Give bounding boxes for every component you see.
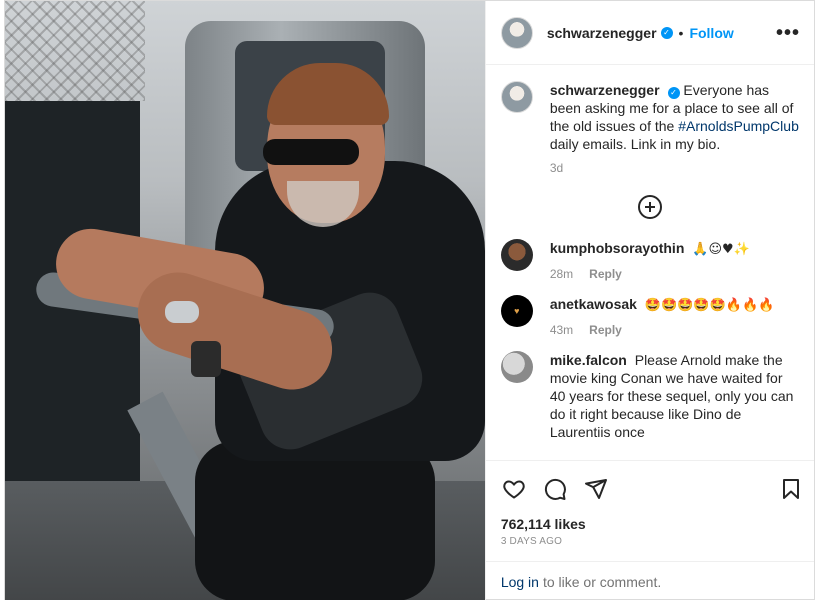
comment-body: anetkawosak 🤩🤩🤩🤩🤩🔥🔥🔥 43m Reply — [550, 295, 799, 339]
verified-badge-icon: ✓ — [667, 87, 680, 99]
reply-button[interactable]: Reply — [589, 321, 622, 339]
plus-circle-icon[interactable] — [637, 195, 662, 219]
login-prompt: Log in to like or comment. — [485, 561, 814, 600]
load-more-comments — [501, 195, 799, 219]
comment-body: mike.falcon Please Arnold make the movie… — [550, 351, 799, 441]
reply-button[interactable]: Reply — [589, 265, 622, 283]
follow-button[interactable]: Follow — [689, 25, 733, 41]
caption: schwarzenegger ✓ Everyone has been asking… — [500, 81, 799, 177]
comment-time[interactable]: 28m — [550, 265, 573, 283]
author-username[interactable]: schwarzenegger — [547, 25, 657, 41]
comment-item: ♥ anetkawosak 🤩🤩🤩🤩🤩🔥🔥🔥 43m Reply — [500, 295, 799, 339]
comment-avatar[interactable] — [500, 351, 533, 383]
caption-text-end: daily emails. Link in my bio. — [549, 136, 721, 152]
comment-meta: 28m Reply — [550, 265, 799, 283]
comment-text: 🤩🤩🤩🤩🤩🔥🔥🔥 — [644, 298, 775, 313]
bookmark-icon[interactable] — [778, 476, 804, 502]
post-date[interactable]: 3 DAYS AGO — [486, 532, 814, 561]
caption-username[interactable]: schwarzenegger — [550, 82, 660, 98]
photo-sunglasses — [263, 139, 359, 165]
comments-list[interactable]: schwarzenegger ✓ Everyone has been asking… — [486, 65, 814, 460]
verified-badge-icon: ✓ — [660, 26, 673, 39]
caption-time[interactable]: 3d — [550, 159, 563, 177]
caption-meta: 3d — [550, 159, 799, 177]
post-sidebar: schwarzenegger ✓ • Follow ••• schwarzene… — [484, 1, 814, 600]
action-bar — [485, 460, 814, 516]
photo-legs — [195, 441, 435, 600]
comment-time[interactable]: 43m — [550, 321, 573, 339]
post-header: schwarzenegger ✓ • Follow ••• — [485, 1, 814, 65]
comment-item: mike.falcon Please Arnold make the movie… — [500, 351, 799, 441]
author-avatar[interactable] — [500, 16, 533, 49]
photo-handle — [165, 301, 199, 323]
caption-body: schwarzenegger ✓ Everyone has been asking… — [550, 81, 799, 177]
comment-meta: 43m Reply — [550, 321, 799, 339]
login-link[interactable]: Log in — [501, 574, 539, 590]
comment-username[interactable]: anetkawosak — [550, 296, 637, 312]
comment-text: 🙏☺♥✨ — [692, 242, 750, 257]
header-separator: • — [678, 24, 684, 41]
photo-watch — [191, 341, 221, 377]
comment-username[interactable]: kumphobsorayothin — [550, 240, 685, 256]
likes-count[interactable]: 762,114 likes — [486, 516, 814, 532]
comment-item: kumphobsorayothin 🙏☺♥✨ 28m Reply — [500, 239, 799, 283]
caption-hashtag[interactable]: #ArnoldsPumpClub — [678, 118, 799, 134]
heart-icon[interactable] — [501, 476, 527, 502]
comment-avatar[interactable] — [500, 239, 533, 271]
caption-avatar[interactable] — [500, 81, 533, 113]
login-prompt-text: to like or comment. — [542, 573, 662, 590]
comment-body: kumphobsorayothin 🙏☺♥✨ 28m Reply — [550, 239, 799, 283]
post-dialog: schwarzenegger ✓ • Follow ••• schwarzene… — [4, 0, 815, 600]
more-options-icon[interactable]: ••• — [776, 23, 800, 43]
comment-icon[interactable] — [542, 476, 568, 502]
post-photo[interactable] — [5, 1, 485, 600]
comment-avatar[interactable]: ♥ — [500, 295, 533, 327]
comment-username[interactable]: mike.falcon — [550, 352, 627, 368]
photo-fence — [5, 1, 145, 101]
paper-plane-icon[interactable] — [583, 476, 609, 502]
